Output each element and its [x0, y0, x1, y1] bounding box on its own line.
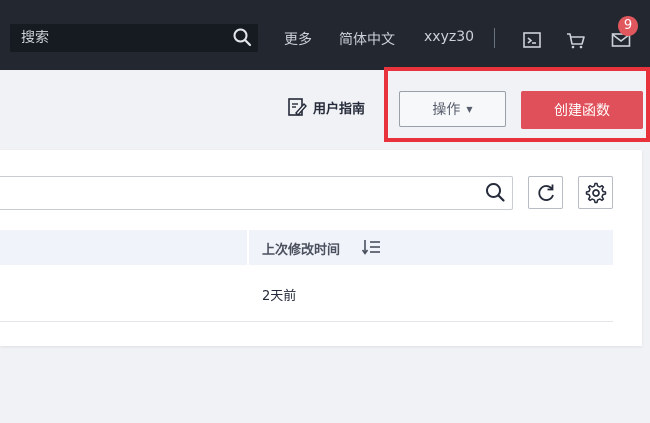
cart-icon[interactable]: [566, 30, 586, 50]
guide-icon: [288, 98, 307, 117]
top-nav-bar: 更多 简体中文 xxyz30 9: [0, 0, 650, 70]
gear-icon: [585, 182, 606, 203]
more-menu[interactable]: 更多: [284, 29, 312, 49]
user-guide-link[interactable]: 用户指南: [287, 97, 365, 117]
language-switcher[interactable]: 简体中文: [339, 29, 395, 49]
nav-divider: [494, 28, 495, 48]
table-row[interactable]: 2天前: [0, 265, 613, 322]
operations-label: 操作: [432, 102, 461, 118]
last-modified-cell: 2天前: [262, 289, 297, 304]
terminal-icon[interactable]: [522, 30, 542, 50]
settings-button[interactable]: [578, 176, 613, 209]
refresh-button[interactable]: [528, 176, 563, 209]
table-header: 上次修改时间: [0, 230, 613, 265]
notification-badge: 9: [618, 16, 638, 36]
refresh-icon: [537, 184, 554, 201]
search-input[interactable]: [10, 24, 228, 52]
search-icon[interactable]: [484, 181, 506, 203]
column-last-modified[interactable]: 上次修改时间: [262, 239, 340, 258]
column-divider: [247, 230, 249, 265]
sort-icon[interactable]: [362, 239, 382, 255]
filter-search-input[interactable]: [0, 176, 513, 210]
user-account[interactable]: xxyz30: [424, 29, 474, 45]
create-function-button[interactable]: 创建函数: [521, 91, 643, 129]
caret-down-icon: ▼: [466, 104, 473, 114]
function-list-panel: 上次修改时间 2天前: [0, 150, 642, 346]
search-icon[interactable]: [232, 27, 252, 47]
user-guide-label: 用户指南: [313, 101, 366, 117]
global-search: [10, 24, 258, 52]
create-function-label: 创建函数: [554, 103, 610, 119]
operations-dropdown-button[interactable]: 操作 ▼: [399, 91, 506, 127]
